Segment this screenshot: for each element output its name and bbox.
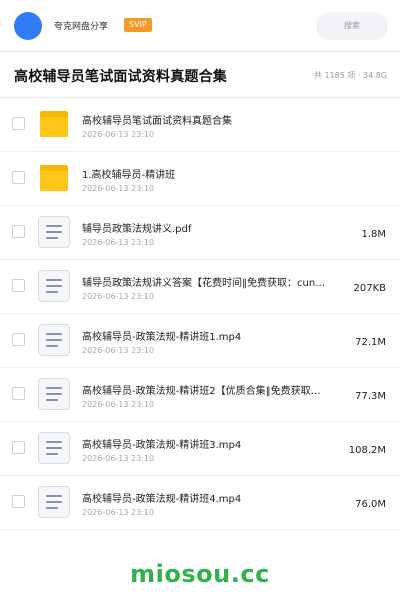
document-icon — [38, 270, 70, 302]
file-date: 2026-06-13 23:10 — [82, 508, 155, 517]
file-size: 108.2M — [348, 445, 386, 456]
file-name: 高校辅导员-政策法规-精讲班2【优质合集‖免费获取… — [82, 386, 321, 397]
file-row[interactable]: 高校辅导员-政策法规-精讲班4.mp4 2026-06-13 23:10 76.0M — [0, 476, 400, 530]
select-checkbox[interactable] — [12, 495, 25, 508]
folder-icon — [38, 162, 70, 194]
file-name: 高校辅导员-政策法规-精讲班3.mp4 — [82, 440, 242, 451]
page-title: 高校辅导员笔试面试资料真题合集 — [14, 69, 227, 85]
file-date: 2026-06-13 23:10 — [82, 130, 155, 139]
file-row[interactable]: 高校辅导员-政策法规-精讲班3.mp4 2026-06-13 23:10 108.2… — [0, 422, 400, 476]
file-size: 207KB — [353, 283, 386, 294]
item-count-size: 共 1185 项 · 34.8G — [313, 71, 387, 80]
top-bar: 夸克网盘分享 SVIP 搜索 — [0, 0, 400, 52]
select-checkbox[interactable] — [12, 279, 25, 292]
file-size: 72.1M — [355, 337, 386, 348]
folder-icon — [38, 108, 70, 140]
document-icon — [38, 486, 70, 518]
select-checkbox[interactable] — [12, 333, 25, 346]
search-input[interactable]: 搜索 — [316, 12, 388, 40]
file-date: 2026-06-13 23:10 — [82, 184, 155, 193]
watermark: miosou.cc — [130, 560, 270, 588]
file-row[interactable]: 1.高校辅导员-精讲班 2026-06-13 23:10 — [0, 152, 400, 206]
document-icon — [38, 432, 70, 464]
file-size: 1.8M — [361, 229, 386, 240]
svip-badge: SVIP — [124, 18, 152, 32]
select-checkbox[interactable] — [12, 387, 25, 400]
file-name: 辅导员政策法规讲义.pdf — [82, 224, 192, 235]
document-icon — [38, 324, 70, 356]
file-size: 76.0M — [355, 499, 386, 510]
file-list: 高校辅导员笔试面试资料真题合集 2026-06-13 23:10 1.高校辅导员-精… — [0, 98, 400, 530]
document-icon — [38, 216, 70, 248]
title-bar: 高校辅导员笔试面试资料真题合集 共 1185 项 · 34.8G — [0, 52, 400, 98]
file-name: 高校辅导员笔试面试资料真题合集 — [82, 116, 232, 127]
select-checkbox[interactable] — [12, 441, 25, 454]
file-name: 高校辅导员-政策法规-精讲班4.mp4 — [82, 494, 242, 505]
file-size: 77.3M — [355, 391, 386, 402]
file-date: 2026-06-13 23:10 — [82, 400, 155, 409]
share-owner-name: 夸克网盘分享 — [54, 22, 109, 32]
file-row[interactable]: 高校辅导员-政策法规-精讲班1.mp4 2026-06-13 23:10 72.1M — [0, 314, 400, 368]
file-row[interactable]: 高校辅导员笔试面试资料真题合集 2026-06-13 23:10 — [0, 98, 400, 152]
file-date: 2026-06-13 23:10 — [82, 292, 155, 301]
select-checkbox[interactable] — [12, 117, 25, 130]
select-checkbox[interactable] — [12, 225, 25, 238]
document-icon — [38, 378, 70, 410]
file-date: 2026-06-13 23:10 — [82, 346, 155, 355]
share-page: 夸克网盘分享 SVIP 搜索 高校辅导员笔试面试资料真题合集 共 1185 项 … — [0, 0, 400, 600]
file-name: 辅导员政策法规讲义答案【花费时间‖免费获取：cun… — [82, 278, 326, 289]
file-date: 2026-06-13 23:10 — [82, 238, 155, 247]
avatar[interactable] — [14, 12, 42, 40]
file-date: 2026-06-13 23:10 — [82, 454, 155, 463]
file-name: 高校辅导员-政策法规-精讲班1.mp4 — [82, 332, 242, 343]
file-row[interactable]: 辅导员政策法规讲义答案【花费时间‖免费获取：cun… 2026-06-13 23:… — [0, 260, 400, 314]
select-checkbox[interactable] — [12, 171, 25, 184]
file-name: 1.高校辅导员-精讲班 — [82, 170, 176, 181]
file-row[interactable]: 辅导员政策法规讲义.pdf 2026-06-13 23:10 1.8M — [0, 206, 400, 260]
file-row[interactable]: 高校辅导员-政策法规-精讲班2【优质合集‖免费获取… 2026-06-13 23:… — [0, 368, 400, 422]
